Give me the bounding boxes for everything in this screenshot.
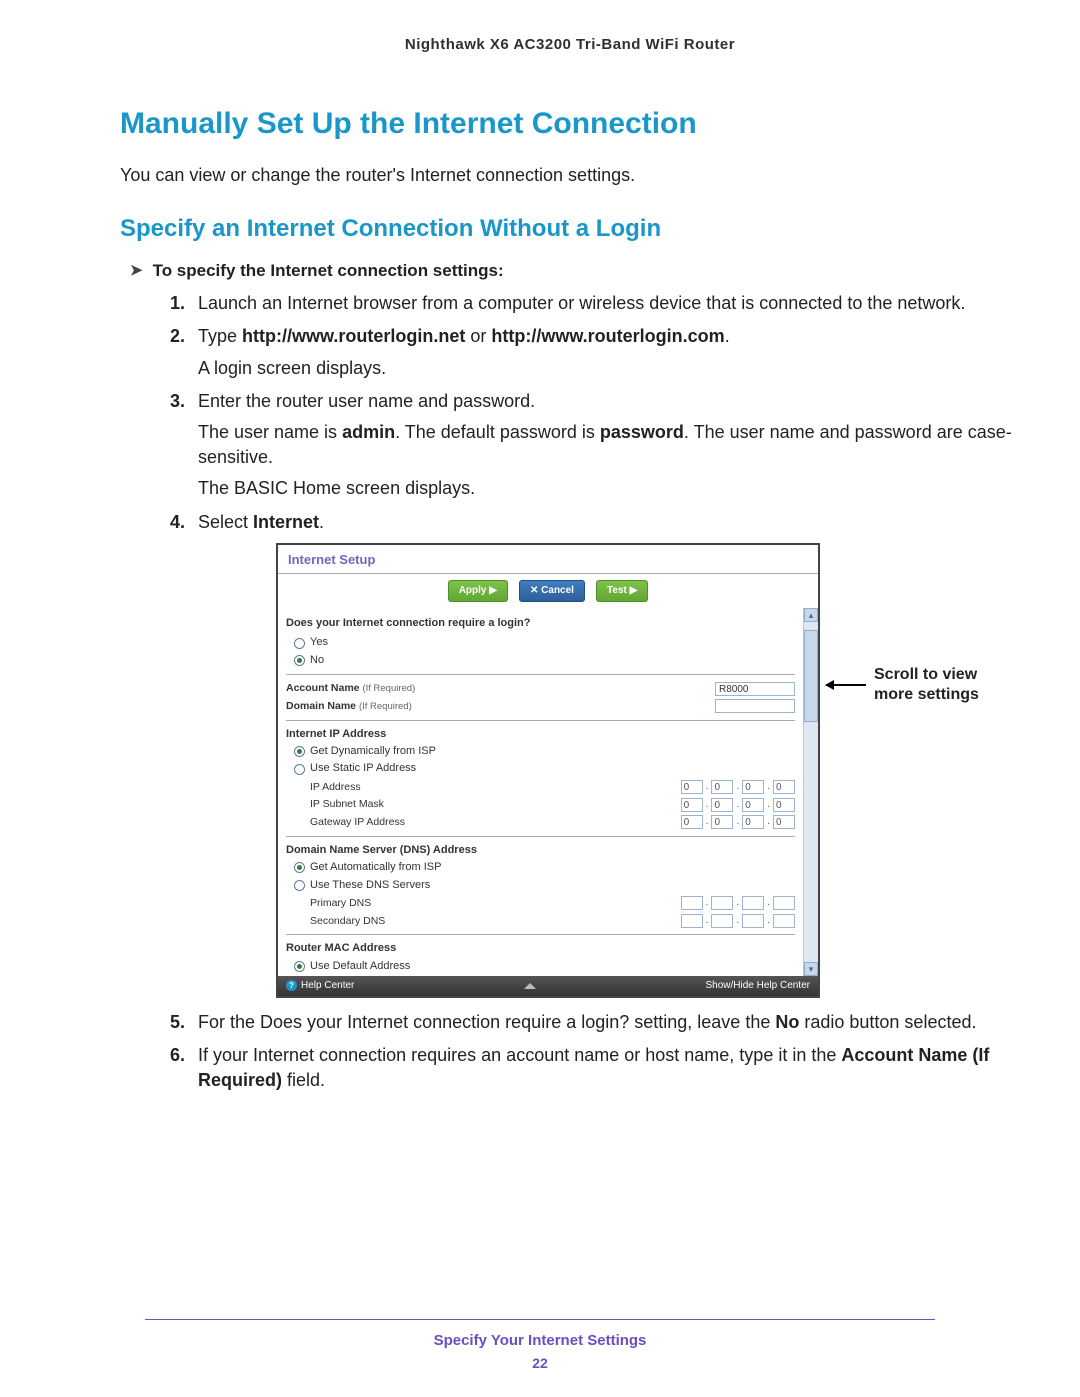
account-name-label: Account Name (If Required) bbox=[286, 681, 715, 696]
page-footer: Specify Your Internet Settings 22 bbox=[0, 1319, 1080, 1371]
radio-no-label: No bbox=[310, 653, 324, 668]
radio-icon[interactable] bbox=[294, 655, 305, 666]
step-3-sub-b: The BASIC Home screen displays. bbox=[198, 476, 1020, 501]
ip-gateway-row: Gateway IP Address 0. 0. 0. 0 bbox=[286, 815, 795, 830]
footer-chapter: Specify Your Internet Settings bbox=[0, 1332, 1080, 1349]
subsection-heading: Specify an Internet Connection Without a… bbox=[120, 215, 1020, 243]
radio-ip-static[interactable]: Use Static IP Address bbox=[294, 761, 795, 776]
callout-text: Scroll to view more settings bbox=[874, 665, 1004, 705]
step-2-sub: A login screen displays. bbox=[198, 356, 1020, 381]
divider bbox=[286, 836, 795, 837]
divider bbox=[286, 934, 795, 935]
section-heading: Manually Set Up the Internet Connection bbox=[120, 107, 1020, 141]
step-4-text: Select Internet. bbox=[198, 512, 324, 532]
product-header: Nighthawk X6 AC3200 Tri-Band WiFi Router bbox=[120, 36, 1020, 53]
step-1-text: Launch an Internet browser from a comput… bbox=[198, 293, 965, 313]
task-title: To specify the Internet connection setti… bbox=[153, 261, 504, 281]
radio-dns-auto[interactable]: Get Automatically from ISP bbox=[294, 860, 795, 875]
dns-section-heading: Domain Name Server (DNS) Address bbox=[286, 843, 795, 858]
intro-text: You can view or change the router's Inte… bbox=[120, 163, 1020, 187]
panel-body: Does your Internet connection require a … bbox=[278, 608, 818, 976]
help-center-link[interactable]: ?Help Center bbox=[286, 979, 354, 993]
dns-primary-input[interactable]: . . . bbox=[681, 896, 795, 910]
radio-yes-row[interactable]: Yes bbox=[294, 635, 795, 650]
radio-icon[interactable] bbox=[294, 764, 305, 775]
radio-icon[interactable] bbox=[294, 880, 305, 891]
divider bbox=[286, 720, 795, 721]
radio-mac-default[interactable]: Use Default Address bbox=[294, 959, 795, 974]
radio-icon[interactable] bbox=[294, 961, 305, 972]
footer-page-number: 22 bbox=[0, 1355, 1080, 1371]
ip-section-heading: Internet IP Address bbox=[286, 727, 795, 742]
radio-no-row[interactable]: No bbox=[294, 653, 795, 668]
cancel-button[interactable]: ✕ Cancel bbox=[519, 580, 585, 602]
footer-rule bbox=[145, 1319, 935, 1320]
document-page: Nighthawk X6 AC3200 Tri-Band WiFi Router… bbox=[0, 0, 1080, 1397]
step-3-text: Enter the router user name and password. bbox=[198, 391, 535, 411]
internet-setup-screenshot: Internet Setup Apply ▶ ✕ Cancel Test ▶ D… bbox=[276, 543, 820, 998]
ip-address-row: IP Address 0. 0. 0. 0 bbox=[286, 780, 795, 795]
step-6-text: If your Internet connection requires an … bbox=[198, 1045, 989, 1090]
ip-subnet-input[interactable]: 0. 0. 0. 0 bbox=[681, 798, 795, 812]
help-icon: ? bbox=[286, 980, 297, 991]
ip-gateway-input[interactable]: 0. 0. 0. 0 bbox=[681, 815, 795, 829]
scroll-down-icon[interactable]: ▾ bbox=[804, 962, 818, 976]
arrow-left-icon bbox=[826, 684, 866, 686]
panel-footer: ?Help Center Show/Hide Help Center bbox=[278, 976, 818, 996]
ip-address-input[interactable]: 0. 0. 0. 0 bbox=[681, 780, 795, 794]
radio-icon[interactable] bbox=[294, 638, 305, 649]
account-name-input[interactable]: R8000 bbox=[715, 682, 795, 696]
task-title-row: ➤ To specify the Internet connection set… bbox=[130, 261, 1020, 281]
step-1: Launch an Internet browser from a comput… bbox=[170, 291, 1020, 316]
steps-list: Launch an Internet browser from a comput… bbox=[120, 291, 1020, 1093]
panel-title: Internet Setup bbox=[278, 545, 818, 574]
step-3: Enter the router user name and password.… bbox=[170, 389, 1020, 502]
radio-yes-label: Yes bbox=[310, 635, 328, 650]
step-2: Type http://www.routerlogin.net or http:… bbox=[170, 324, 1020, 380]
ip-subnet-row: IP Subnet Mask 0. 0. 0. 0 bbox=[286, 797, 795, 812]
step-2-text: Type http://www.routerlogin.net or http:… bbox=[198, 326, 730, 346]
chevron-right-icon: ➤ bbox=[130, 261, 143, 279]
step-6: If your Internet connection requires an … bbox=[170, 1043, 1020, 1093]
scrollbar[interactable]: ▴ ▾ bbox=[803, 608, 818, 976]
domain-name-input[interactable] bbox=[715, 699, 795, 713]
scroll-up-icon[interactable]: ▴ bbox=[804, 608, 818, 622]
domain-name-label: Domain Name (If Required) bbox=[286, 699, 715, 714]
test-button[interactable]: Test ▶ bbox=[596, 580, 648, 602]
step-3-sub-a: The user name is admin. The default pass… bbox=[198, 420, 1020, 470]
divider bbox=[286, 674, 795, 675]
dns-secondary-row: Secondary DNS . . . bbox=[286, 914, 795, 929]
panel-toolbar: Apply ▶ ✕ Cancel Test ▶ bbox=[278, 574, 818, 608]
scroll-thumb[interactable] bbox=[804, 630, 818, 722]
apply-button[interactable]: Apply ▶ bbox=[448, 580, 508, 602]
screenshot-wrapper: Internet Setup Apply ▶ ✕ Cancel Test ▶ D… bbox=[276, 543, 1020, 998]
scroll-callout: Scroll to view more settings bbox=[826, 665, 1004, 705]
login-required-question: Does your Internet connection require a … bbox=[286, 616, 795, 631]
step-4: Select Internet. Internet Setup Apply ▶ … bbox=[170, 510, 1020, 998]
step-5: For the Does your Internet connection re… bbox=[170, 1010, 1020, 1035]
radio-ip-dynamic[interactable]: Get Dynamically from ISP bbox=[294, 744, 795, 759]
radio-dns-use[interactable]: Use These DNS Servers bbox=[294, 878, 795, 893]
account-name-row: Account Name (If Required) R8000 bbox=[286, 681, 795, 696]
panel-content: Does your Internet connection require a … bbox=[278, 608, 803, 976]
radio-icon[interactable] bbox=[294, 862, 305, 873]
step-5-text: For the Does your Internet connection re… bbox=[198, 1012, 976, 1032]
show-hide-help-link[interactable]: Show/Hide Help Center bbox=[705, 979, 810, 993]
dns-primary-row: Primary DNS . . . bbox=[286, 896, 795, 911]
dns-secondary-input[interactable]: . . . bbox=[681, 914, 795, 928]
mac-section-heading: Router MAC Address bbox=[286, 941, 795, 956]
drag-handle-icon[interactable] bbox=[524, 983, 536, 989]
domain-name-row: Domain Name (If Required) bbox=[286, 699, 795, 714]
radio-icon[interactable] bbox=[294, 746, 305, 757]
